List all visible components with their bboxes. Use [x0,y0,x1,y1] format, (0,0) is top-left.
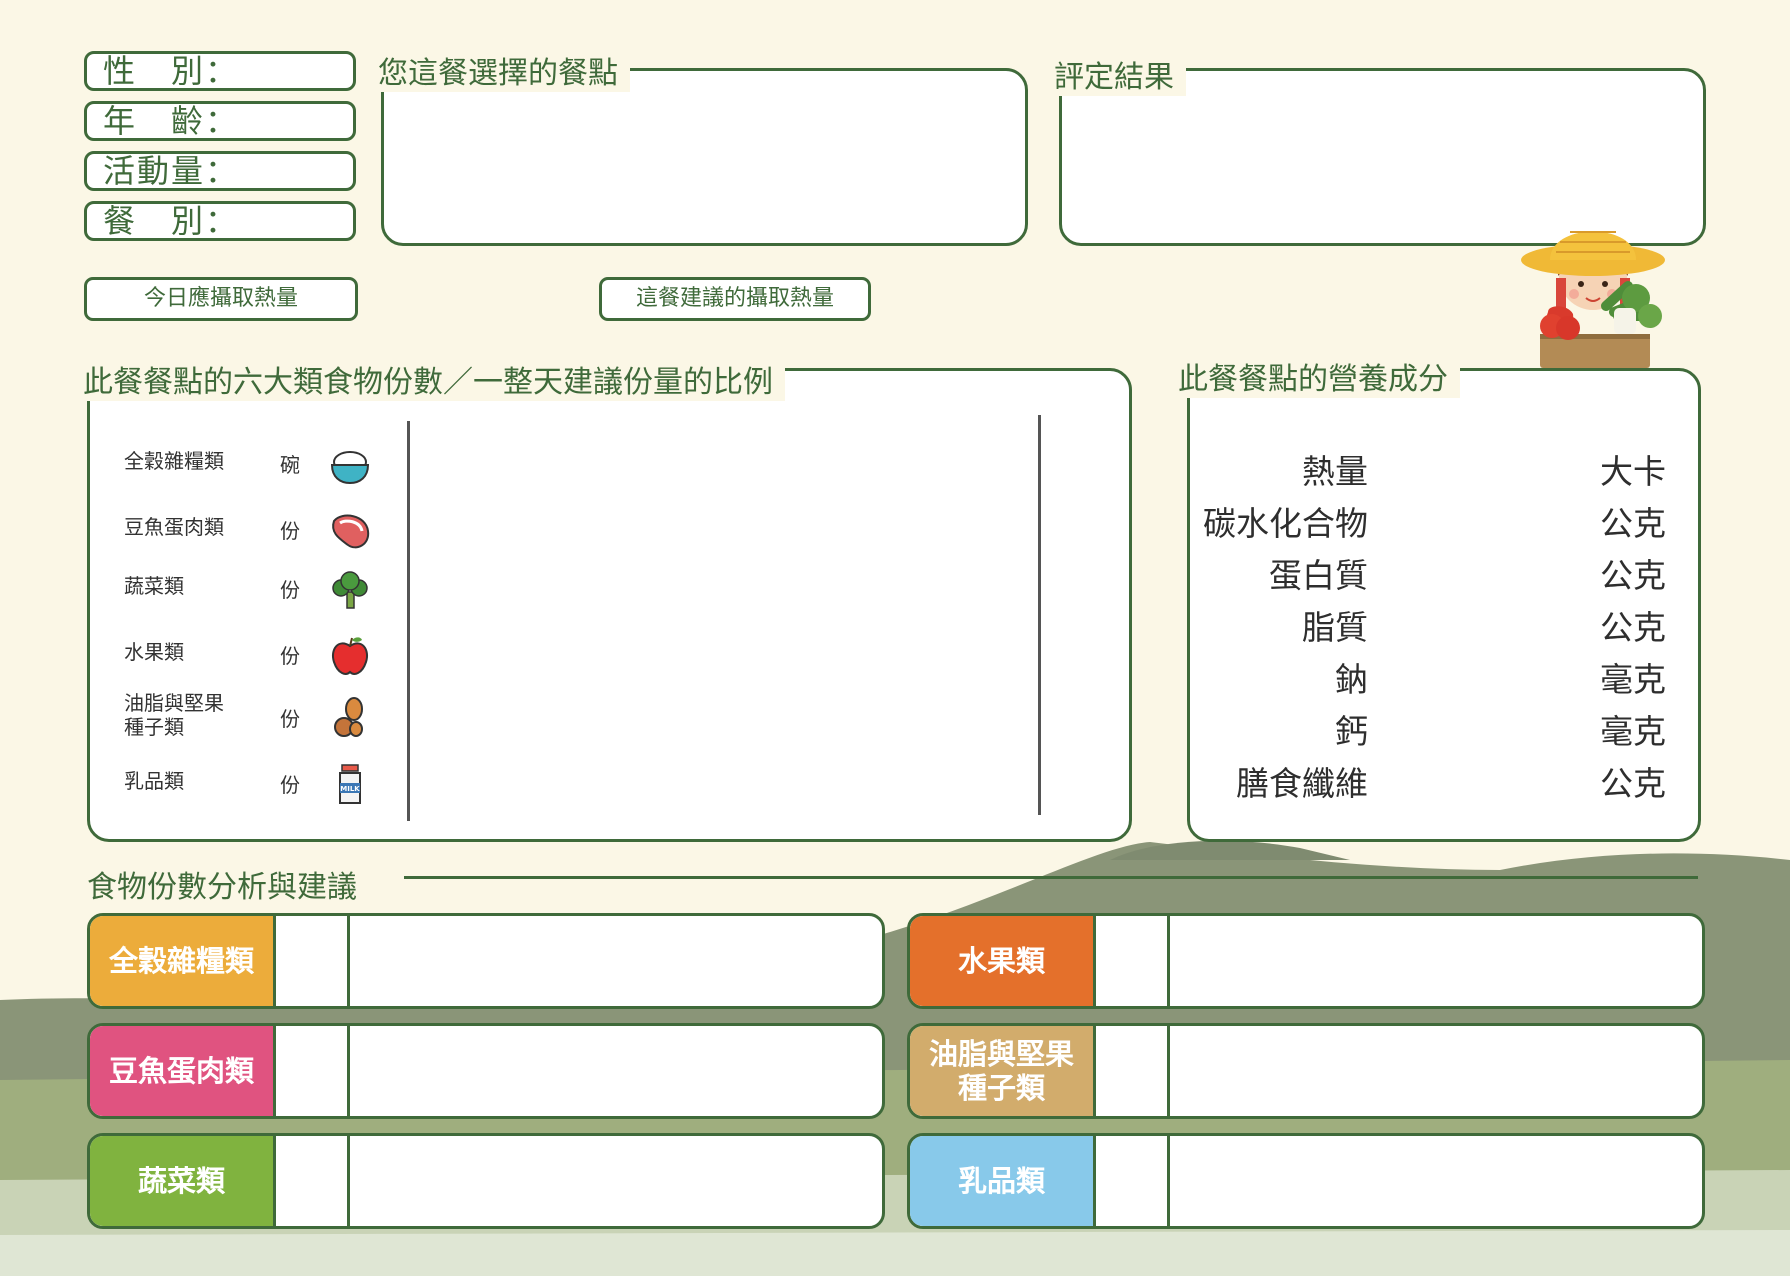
peanut-icon [334,697,363,737]
meal-choice-title: 您這餐選擇的餐點 [378,48,630,92]
food-row-oils: 油脂與堅果 種子類 份 [90,691,390,741]
analysis-label: 乳品類 [910,1136,1096,1226]
nutrient-unit: 大卡 [1600,452,1666,491]
food-row-protein: 豆魚蛋肉類 份 [90,514,390,565]
nutrition-title: 此餐餐點的營養成分 [1178,354,1460,398]
analysis-row-oils[interactable]: 油脂與堅果 種子類 [907,1023,1705,1119]
divider-right [1038,415,1041,815]
food-name: 乳品類 [124,769,184,793]
food-name: 油脂與堅果 種子類 [124,691,224,739]
nutrient-name: 熱量 [1302,452,1368,491]
food-row-grains: 全穀雜糧類 碗 [90,449,390,499]
six-food-panel: 全穀雜糧類 碗 豆魚蛋肉類 份 蔬菜類 份 水果類 份 油脂與堅果 種子類 份 … [87,368,1132,842]
analysis-row-fruits[interactable]: 水果類 [907,913,1705,1009]
result-title: 評定結果 [1054,52,1186,96]
food-name: 水果類 [124,640,184,664]
nutrient-unit: 公克 [1600,556,1666,595]
daily-kcal-button[interactable]: 今日應攝取熱量 [84,277,358,321]
nutrient-name: 鈉 [1335,660,1368,699]
food-row-vegetables: 蔬菜類 份 [90,571,390,624]
food-unit: 份 [280,644,300,668]
gender-field[interactable]: 性 別： [84,51,356,91]
food-unit: 份 [280,773,300,797]
analysis-row-grains[interactable]: 全穀雜糧類 [87,913,885,1009]
farmer-girl-illustration [1521,231,1665,368]
food-name: 蔬菜類 [124,574,184,598]
nutrient-unit: 毫克 [1600,660,1666,699]
analysis-count-cell[interactable] [276,1026,350,1116]
food-unit: 份 [280,707,300,731]
milk-label: MILK [340,785,360,793]
nutrient-name: 脂質 [1302,608,1368,647]
food-row-dairy: 乳品類 份 MILK [90,764,390,819]
analysis-count-cell[interactable] [1096,1026,1170,1116]
analysis-label: 油脂與堅果 種子類 [910,1026,1096,1116]
analysis-row-protein[interactable]: 豆魚蛋肉類 [87,1023,885,1119]
meal-choice-panel[interactable] [381,68,1028,246]
food-unit: 份 [280,519,300,543]
age-field[interactable]: 年 齡： [84,101,356,141]
analysis-count-cell[interactable] [276,1136,350,1226]
steak-icon [332,514,370,549]
analysis-label: 水果類 [910,916,1096,1006]
meal-kcal-button[interactable]: 這餐建議的攝取熱量 [599,277,871,321]
nutrient-name: 鈣 [1335,712,1368,751]
nutrient-name: 蛋白質 [1269,556,1368,595]
broccoli-icon [332,571,368,609]
food-unit: 份 [280,578,300,602]
analysis-row-vegetables[interactable]: 蔬菜類 [87,1133,885,1229]
milk-bottle-icon: MILK [339,764,361,804]
activity-field[interactable]: 活動量： [84,151,356,191]
analysis-rule [404,876,1698,879]
nutrient-unit: 公克 [1600,608,1666,647]
analysis-label: 豆魚蛋肉類 [90,1026,276,1116]
analysis-row-dairy[interactable]: 乳品類 [907,1133,1705,1229]
meal-type-field[interactable]: 餐 別： [84,201,356,241]
analysis-label: 蔬菜類 [90,1136,276,1226]
rice-bowl-icon [330,451,370,485]
nutrient-unit: 公克 [1600,504,1666,543]
food-name: 豆魚蛋肉類 [124,515,224,539]
food-unit: 碗 [280,453,300,477]
analysis-count-cell[interactable] [276,916,350,1006]
food-row-fruits: 水果類 份 [90,637,390,690]
nutrient-unit: 公克 [1600,764,1666,803]
nutrient-name: 碳水化合物 [1203,504,1368,543]
apple-icon [332,637,368,675]
food-name: 全穀雜糧類 [124,449,224,473]
nutrient-name: 膳食纖維 [1236,764,1368,803]
nutrition-panel: 熱量 大卡 碳水化合物 公克 蛋白質 公克 脂質 公克 鈉 毫克 鈣 毫克 膳食… [1187,368,1701,842]
analysis-count-cell[interactable] [1096,1136,1170,1226]
analysis-title: 食物份數分析與建議 [87,870,357,905]
analysis-label: 全穀雜糧類 [90,916,276,1006]
six-food-title: 此餐餐點的六大類食物份數／一整天建議份量的比例 [83,357,785,401]
divider-left [407,421,410,821]
nutrient-unit: 毫克 [1600,712,1666,751]
analysis-count-cell[interactable] [1096,916,1170,1006]
